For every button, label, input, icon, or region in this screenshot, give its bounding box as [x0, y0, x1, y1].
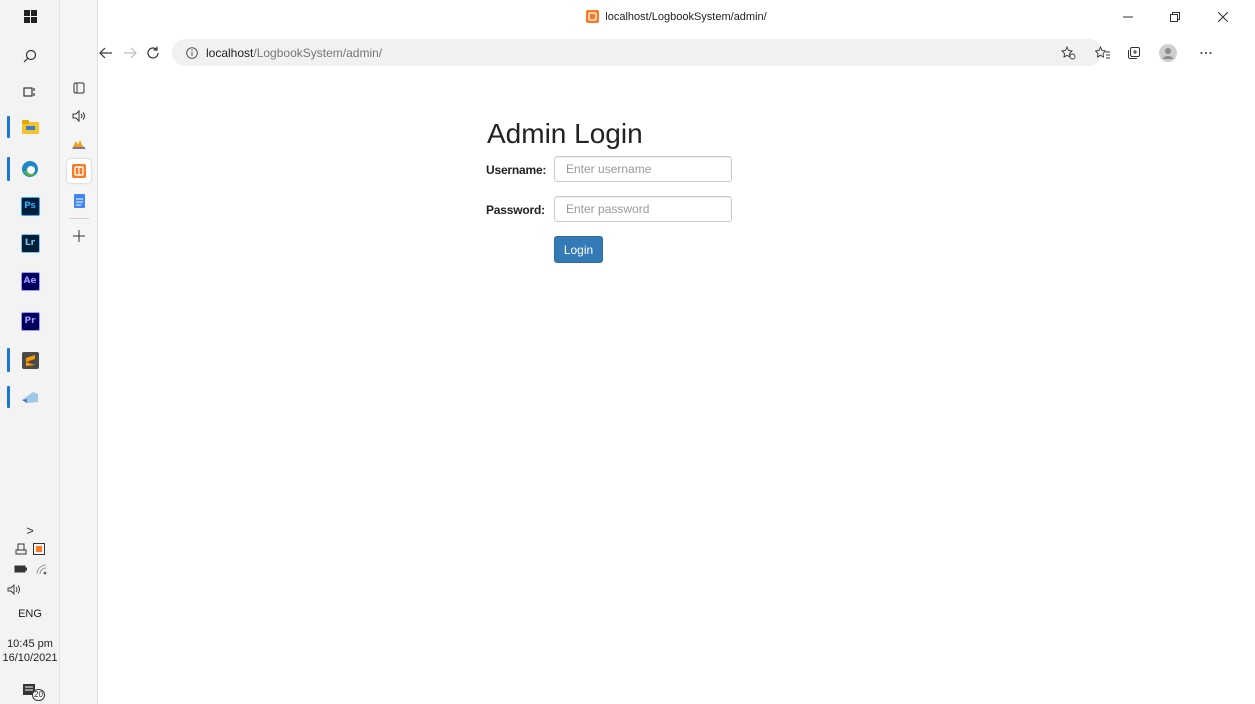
page-title: Admin Login: [487, 118, 643, 149]
windows-taskbar: Ps Lr Ae Pr > ENG 10:45 pm 16/10/2021 20: [0, 0, 60, 704]
arrow-left-icon: [99, 47, 112, 59]
browser-toolbar: localhost/LogbookSystem/admin/: [98, 36, 1255, 71]
wifi-icon[interactable]: [35, 563, 47, 575]
restore-button[interactable]: [1160, 6, 1190, 28]
app-window-icon: [22, 392, 38, 403]
tray-volume[interactable]: [0, 581, 60, 597]
tab-docs[interactable]: [67, 189, 91, 213]
tab-actions-icon: [73, 82, 85, 94]
plus-icon: [73, 230, 85, 242]
taskbar-premiere-pro[interactable]: Pr: [0, 309, 60, 333]
star-add-icon: [1060, 46, 1075, 60]
avatar-icon: [1159, 44, 1177, 62]
clock[interactable]: 10:45 pm 16/10/2021: [0, 636, 60, 666]
taskbar-after-effects[interactable]: Ae: [0, 269, 60, 293]
document-icon: [73, 194, 85, 208]
search-icon: [23, 49, 37, 63]
language-indicator[interactable]: ENG: [0, 606, 60, 622]
new-tab-button[interactable]: [67, 224, 91, 248]
task-view-button[interactable]: [0, 80, 60, 104]
restore-icon: [1170, 12, 1180, 22]
password-input[interactable]: [554, 196, 732, 222]
tray-icons-row-2: [0, 560, 60, 578]
login-button[interactable]: Login: [554, 236, 603, 263]
xampp-favicon-icon: [586, 10, 600, 23]
tray-overflow-chevron-icon[interactable]: >: [0, 521, 60, 539]
tab-phpmyadmin[interactable]: [67, 132, 91, 156]
taskbar-file-explorer[interactable]: [0, 112, 60, 142]
speaker-icon: [72, 110, 85, 122]
battery-icon[interactable]: [14, 565, 27, 573]
close-icon: [1218, 12, 1228, 22]
profile-button[interactable]: [1156, 42, 1180, 64]
arrow-right-icon: [124, 47, 137, 59]
after-effects-icon: Ae: [20, 271, 40, 291]
address-path: /LogbookSystem/admin/: [253, 45, 383, 60]
phpmyadmin-icon: [72, 140, 86, 149]
clock-date: 16/10/2021: [2, 652, 58, 664]
window-title-text: localhost/LogbookSystem/admin/: [605, 10, 767, 23]
settings-more-button[interactable]: [1194, 42, 1218, 64]
taskbar-edge[interactable]: [0, 153, 60, 185]
edge-browser-icon: [22, 161, 38, 177]
address-host: localhost: [206, 45, 254, 60]
photoshop-icon: Ps: [20, 196, 40, 216]
collections-icon: [1128, 47, 1140, 59]
notification-center-button[interactable]: 20: [0, 680, 60, 702]
taskbar-photoshop[interactable]: Ps: [0, 194, 60, 218]
favorites-list-icon: [1094, 46, 1110, 59]
tray-icons-row-1: [0, 540, 60, 558]
sublime-text-icon: [21, 351, 39, 369]
forward-button[interactable]: [118, 42, 142, 64]
tab-audio[interactable]: [67, 104, 91, 128]
windows-start-button[interactable]: [0, 4, 60, 28]
refresh-icon: [147, 46, 159, 59]
address-bar[interactable]: localhost/LogbookSystem/admin/: [172, 39, 1102, 66]
windows-logo-icon: [23, 9, 37, 23]
volume-icon: [7, 583, 20, 595]
info-icon: [186, 46, 198, 59]
taskbar-lightroom[interactable]: Lr: [0, 231, 60, 255]
username-label: Username:: [486, 163, 547, 177]
window-title-bar: localhost/LogbookSystem/admin/: [98, 0, 1255, 36]
clock-time: 10:45 pm: [7, 638, 53, 650]
xampp-icon: [72, 164, 86, 178]
premiere-pro-icon: Pr: [20, 311, 40, 331]
notification-count-badge: 20: [32, 689, 45, 701]
refresh-button[interactable]: [141, 42, 165, 64]
taskbar-sublime-text[interactable]: [0, 344, 60, 376]
lightroom-icon: Lr: [20, 233, 40, 253]
xampp-tray-icon[interactable]: [33, 543, 45, 555]
folder-icon: [21, 119, 39, 134]
favorites-button[interactable]: [1090, 42, 1114, 64]
tab-actions-button[interactable]: [67, 76, 91, 100]
minimize-icon: [1123, 16, 1133, 18]
username-input[interactable]: [554, 156, 732, 182]
page-content: Admin Login Username: Password: Login: [98, 70, 1255, 704]
vertical-tab-strip: [60, 0, 98, 704]
add-favorite-button[interactable]: [1056, 42, 1080, 64]
tab-divider: [69, 218, 89, 219]
close-button[interactable]: [1208, 6, 1238, 28]
more-horizontal-icon: [1200, 52, 1212, 54]
tab-localhost-admin[interactable]: [67, 159, 91, 183]
usb-device-icon[interactable]: [15, 543, 27, 555]
taskbar-other-app[interactable]: [0, 382, 60, 412]
window-title: localhost/LogbookSystem/admin/: [98, 10, 1255, 23]
address-url: localhost/LogbookSystem/admin/: [206, 46, 382, 60]
back-button[interactable]: [94, 42, 118, 64]
taskbar-search-button[interactable]: [0, 44, 60, 68]
task-view-icon: [23, 87, 35, 97]
password-label: Password:: [486, 203, 545, 217]
collections-button[interactable]: [1122, 42, 1146, 64]
minimize-button[interactable]: [1113, 6, 1143, 28]
